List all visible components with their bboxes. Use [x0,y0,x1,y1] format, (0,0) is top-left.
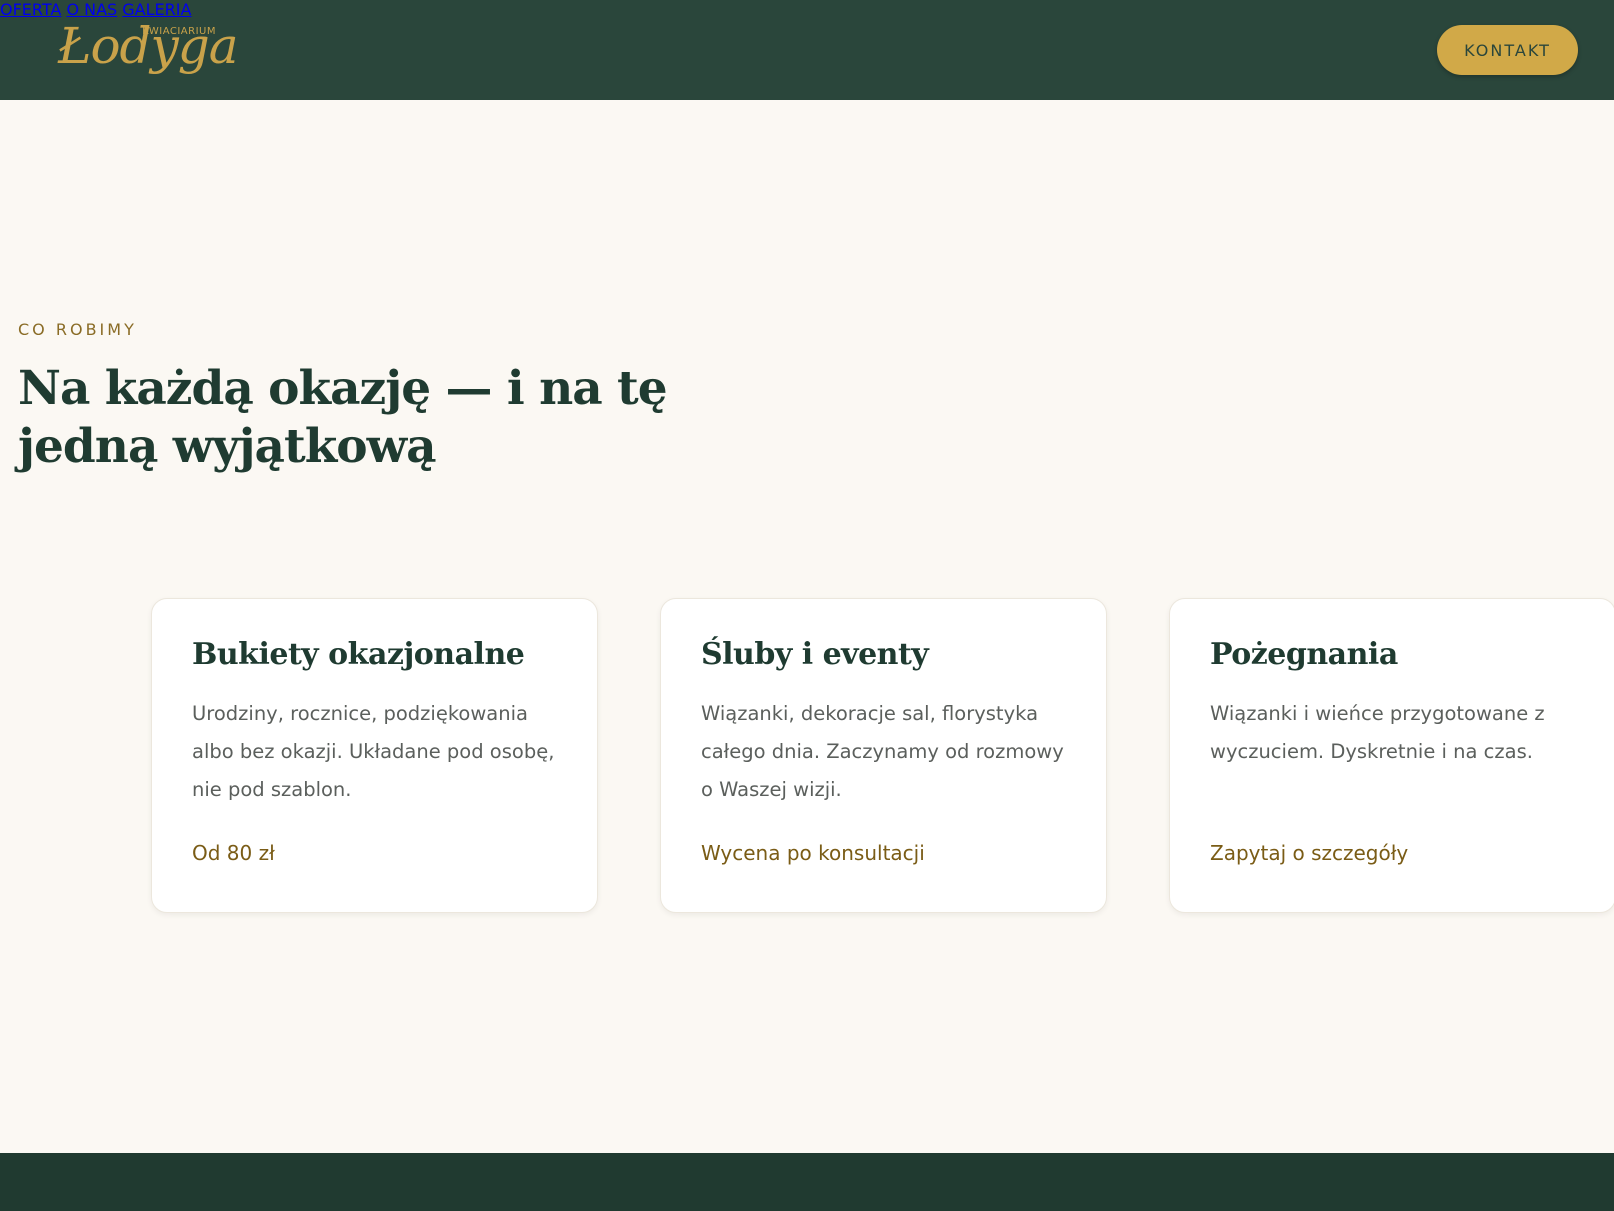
logo[interactable]: KWIACIARIUM Łodyga [56,12,239,82]
section-eyebrow: CO ROBIMY [18,320,137,339]
service-card-pozegnania[interactable]: Pożegnania Wiązanki i wieńce przygotowan… [1169,598,1614,913]
card-price: Od 80 zł [192,841,275,865]
service-card-bukiety[interactable]: Bukiety okazjonalne Urodziny, rocznice, … [151,598,598,913]
card-description: Wiązanki, dekoracje sal, florystyka całe… [701,702,1064,801]
card-description: Wiązanki i wieńce przygotowane z wyczuci… [1210,702,1545,763]
service-card-sluby[interactable]: Śluby i eventy Wiązanki, dekoracje sal, … [660,598,1107,913]
main-nav: OFERTA O NAS GALERIA [0,0,1614,19]
card-price: Zapytaj o szczegóły [1210,841,1409,865]
nav-oferta[interactable]: OFERTA [0,0,61,19]
section-title: Na każdą okazję — i na tę jedną wyjątkow… [18,361,668,474]
card-title: Pożegnania [1210,637,1398,672]
card-title: Śluby i eventy [701,637,929,672]
card-description: Urodziny, rocznice, podziękowania albo b… [192,702,555,801]
card-price: Wycena po konsultacji [701,841,925,865]
footer-band [0,1153,1614,1211]
card-title: Bukiety okazjonalne [192,637,525,672]
site-header: KWIACIARIUM Łodyga OFERTA O NAS GALERIA … [0,0,1614,100]
logo-script-text: Łodyga [58,17,239,75]
kontakt-button[interactable]: KONTAKT [1437,25,1578,75]
